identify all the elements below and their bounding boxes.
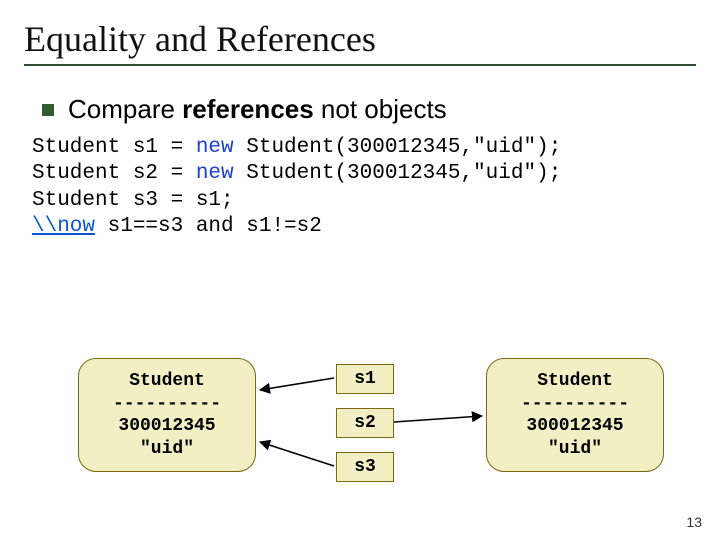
bullet-strong: references <box>182 94 314 124</box>
student-object-left: Student ---------- 300012345 "uid" <box>78 358 256 472</box>
bullet-row: Compare references not objects <box>42 94 696 125</box>
arrow-s1-to-left <box>260 378 334 390</box>
obj-right-l4: "uid" <box>487 438 663 461</box>
slide-title: Equality and References <box>24 18 696 60</box>
code-l2a: Student s2 = <box>32 162 196 185</box>
diagram: Student ---------- 300012345 "uid" Stude… <box>0 346 720 506</box>
ref-s3: s3 <box>336 452 394 482</box>
obj-right-l1: Student <box>487 370 663 393</box>
page-number: 13 <box>686 514 702 530</box>
code-l1a: Student s1 = <box>32 136 196 159</box>
obj-left-l3: 300012345 <box>79 415 255 438</box>
code-l3: Student s3 = s1; <box>32 189 234 212</box>
bullet-suffix: not objects <box>314 94 447 124</box>
code-l4b: s1==s3 and s1!=s2 <box>95 215 322 238</box>
obj-left-l4: "uid" <box>79 438 255 461</box>
bullet-prefix: Compare <box>68 94 182 124</box>
student-object-right: Student ---------- 300012345 "uid" <box>486 358 664 472</box>
bullet-text: Compare references not objects <box>68 94 447 125</box>
bullet-square-icon <box>42 104 54 116</box>
code-l4-link: \\now <box>32 215 95 238</box>
obj-right-l2: ---------- <box>487 393 663 416</box>
code-l1c: Student(300012345,"uid"); <box>234 136 562 159</box>
ref-s2: s2 <box>336 408 394 438</box>
title-underline <box>24 64 696 66</box>
obj-right-l3: 300012345 <box>487 415 663 438</box>
obj-left-l2: ---------- <box>79 393 255 416</box>
arrow-s2-to-right <box>394 416 482 422</box>
code-l2c: Student(300012345,"uid"); <box>234 162 562 185</box>
ref-s1: s1 <box>336 364 394 394</box>
code-block: Student s1 = new Student(300012345,"uid"… <box>32 135 696 240</box>
code-l1-new: new <box>196 136 234 159</box>
arrow-s3-to-left <box>260 442 334 466</box>
code-l2-new: new <box>196 162 234 185</box>
obj-left-l1: Student <box>79 370 255 393</box>
